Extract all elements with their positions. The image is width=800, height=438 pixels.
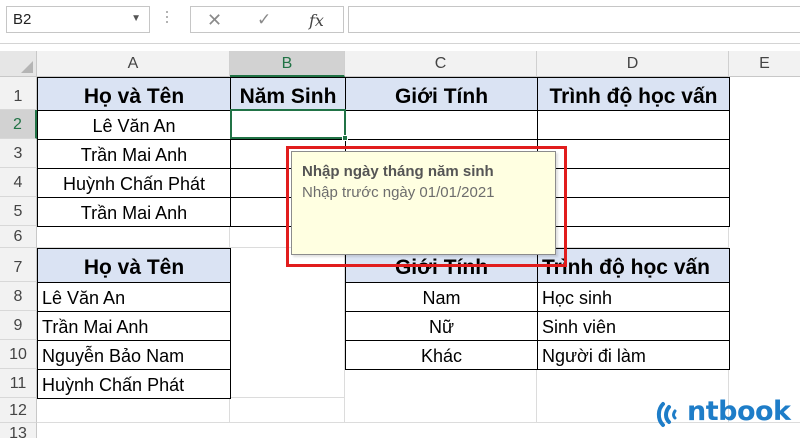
table2-name-cell[interactable]: Lê Văn An bbox=[37, 282, 231, 312]
active-cell-selection[interactable] bbox=[230, 109, 348, 141]
column-e-cells[interactable] bbox=[729, 77, 800, 423]
formula-bar: B2 ▼ ✕ ✓ fx bbox=[0, 0, 800, 44]
column-header-c[interactable]: C bbox=[345, 51, 537, 77]
column-header-a[interactable]: A bbox=[37, 51, 230, 77]
grip-dots-icon[interactable] bbox=[166, 9, 169, 29]
table2-name-cell[interactable]: Huỳnh Chấn Phát bbox=[37, 369, 231, 399]
column-header-d[interactable]: D bbox=[537, 51, 729, 77]
column-header-e[interactable]: E bbox=[729, 51, 800, 77]
confirm-icon[interactable]: ✓ bbox=[257, 10, 271, 30]
name-box-value: B2 bbox=[13, 11, 32, 28]
row-header-9[interactable]: 9 bbox=[0, 311, 37, 340]
insert-function-icon[interactable]: fx bbox=[309, 11, 324, 30]
cancel-icon[interactable]: ✕ bbox=[207, 10, 222, 31]
row-header-10[interactable]: 10 bbox=[0, 340, 37, 369]
table1-name-cell[interactable]: Trần Mai Anh bbox=[37, 197, 231, 227]
ntbook-logo: ntbook bbox=[655, 395, 800, 435]
table3-gender-cell[interactable]: Khác bbox=[345, 340, 538, 370]
table3-gender-cell[interactable]: Nam bbox=[345, 282, 538, 312]
table3-education-cell[interactable]: Sinh viên bbox=[537, 311, 730, 341]
table3-gender-cell[interactable]: Nữ bbox=[345, 311, 538, 341]
row-header-11[interactable]: 11 bbox=[0, 369, 37, 398]
table1-header-gender[interactable]: Giới Tính bbox=[345, 77, 538, 111]
table3-education-cell[interactable]: Người đi làm bbox=[537, 340, 730, 370]
formula-input[interactable] bbox=[348, 6, 800, 33]
table1-header-education[interactable]: Trình độ học vấn bbox=[537, 77, 730, 111]
fill-handle[interactable] bbox=[342, 135, 348, 141]
rounded-wave-icon bbox=[656, 402, 677, 427]
chevron-down-icon[interactable]: ▼ bbox=[131, 13, 141, 24]
table2-header-name[interactable]: Họ và Tên bbox=[37, 248, 231, 283]
cells-b7-b11[interactable] bbox=[230, 248, 345, 398]
table1-header-name[interactable]: Họ và Tên bbox=[37, 77, 231, 111]
cell-c2[interactable] bbox=[345, 110, 538, 140]
column-header-b[interactable]: B bbox=[230, 51, 345, 77]
table2-name-cell[interactable]: Trần Mai Anh bbox=[37, 311, 231, 341]
row-header-4[interactable]: 4 bbox=[0, 168, 37, 197]
row-header-8[interactable]: 8 bbox=[0, 282, 37, 311]
name-box[interactable]: B2 ▼ bbox=[6, 6, 150, 33]
table3-education-cell[interactable]: Học sinh bbox=[537, 282, 730, 312]
row-header-5[interactable]: 5 bbox=[0, 197, 37, 226]
formula-buttons: ✕ ✓ fx bbox=[190, 6, 344, 33]
table1-header-birth-year[interactable]: Năm Sinh bbox=[230, 77, 346, 111]
table1-name-cell[interactable]: Trần Mai Anh bbox=[37, 139, 231, 169]
row-header-3[interactable]: 3 bbox=[0, 139, 37, 168]
cell-d2[interactable] bbox=[537, 110, 730, 140]
row-header-13[interactable]: 13 bbox=[0, 423, 37, 438]
table1-name-cell[interactable]: Huỳnh Chấn Phát bbox=[37, 168, 231, 198]
table1-name-cell[interactable]: Lê Văn An bbox=[37, 110, 231, 140]
row-header-1[interactable]: 1 bbox=[0, 77, 37, 110]
cells-c11-c12[interactable] bbox=[345, 369, 537, 423]
logo-text: ntbook bbox=[687, 396, 791, 427]
cell-b12[interactable] bbox=[230, 398, 345, 423]
highlight-box bbox=[286, 146, 567, 267]
row-header-2[interactable]: 2 bbox=[0, 110, 37, 139]
select-all-corner[interactable] bbox=[0, 51, 37, 77]
table2-name-cell[interactable]: Nguyễn Bảo Nam bbox=[37, 340, 231, 370]
row-header-6[interactable]: 6 bbox=[0, 226, 37, 248]
cell-a6[interactable] bbox=[37, 226, 230, 248]
row-header-12[interactable]: 12 bbox=[0, 398, 37, 423]
row-header-7[interactable]: 7 bbox=[0, 248, 37, 282]
cell-a12[interactable] bbox=[37, 398, 230, 423]
